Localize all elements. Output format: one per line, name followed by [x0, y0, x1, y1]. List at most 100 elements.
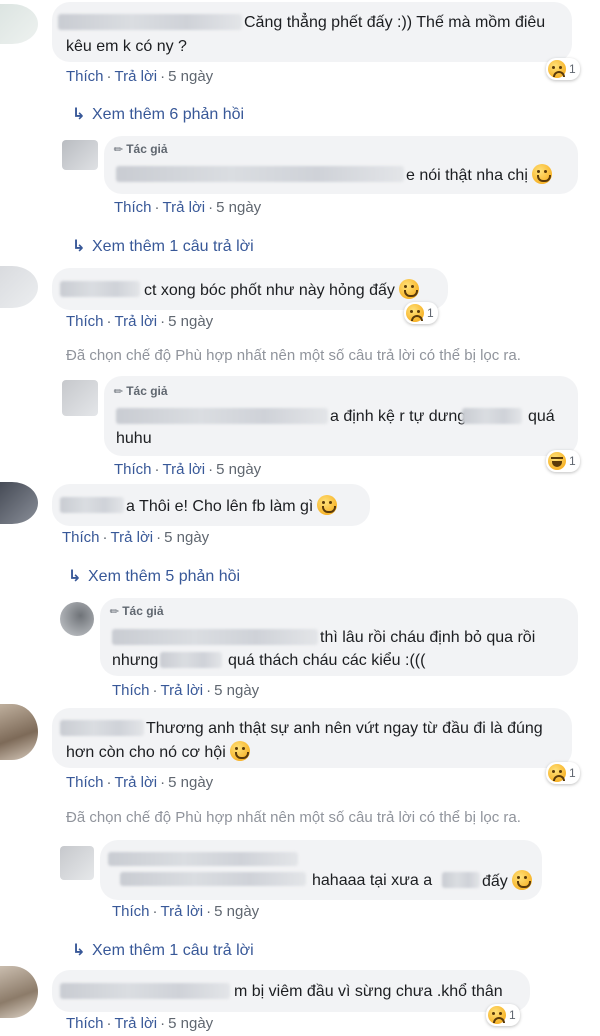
comment-text: hahaaa tại xưa a: [312, 872, 433, 889]
comment-text: m bị viêm đầu vì sừng chưa .khổ thân: [234, 983, 503, 1000]
thinking-emoji-icon: [317, 495, 338, 515]
view-more-replies[interactable]: ↳ Xem thêm 1 câu trả lời: [72, 236, 254, 256]
reply-link[interactable]: Trả lời: [115, 313, 158, 330]
comment-text: Thương anh thật sự anh nên vứt ngay từ đ…: [146, 720, 543, 737]
comment-text-line2: huhu: [116, 430, 152, 447]
author-badge: ✎Tác giả: [111, 142, 168, 158]
comment-text: e nói thật nha chị: [406, 164, 552, 187]
comment-text: ct xong bóc phốt như này hỏng đấy: [144, 279, 419, 302]
reaction-badge[interactable]: 1: [546, 58, 580, 80]
reply-link[interactable]: Trả lời: [163, 199, 206, 216]
commenter-name[interactable]: [116, 408, 328, 424]
comment-text: đấy: [482, 870, 532, 893]
blurred-name: [462, 408, 522, 424]
comment-text: Căng thẳng phết đấy :)) Thế mà mồm điêu: [244, 14, 546, 31]
avatar[interactable]: [0, 4, 38, 44]
reply-link[interactable]: Trả lời: [111, 529, 154, 546]
reaction-badge[interactable]: 1: [546, 762, 580, 784]
haha-reaction-icon: [548, 452, 566, 470]
reaction-badge[interactable]: 1: [486, 1004, 520, 1026]
comment-actions: Thích · Trả lời · 5 ngày: [66, 774, 214, 791]
reply-arrow-icon: ↳: [68, 568, 82, 585]
pencil-icon: ✎: [111, 142, 127, 158]
avatar[interactable]: [60, 846, 94, 880]
commenter-name[interactable]: [112, 629, 318, 645]
like-link[interactable]: Thích: [62, 529, 100, 546]
commenter-name[interactable]: [60, 720, 144, 736]
like-link[interactable]: Thích: [112, 903, 150, 920]
commenter-name[interactable]: [60, 497, 124, 513]
comment-text: quá: [528, 408, 555, 425]
comment-text: a Thôi e! Cho lên fb làm gì: [126, 495, 338, 518]
pencil-icon: ✎: [107, 604, 123, 620]
comment-text: thì lâu rồi cháu định bỏ qua rồi: [320, 629, 536, 646]
sad-reaction-icon: [548, 764, 566, 782]
comment-actions: Thích · Trả lời · 5 ngày: [114, 199, 262, 216]
comment-text: a định kệ r tự dưng: [330, 408, 467, 425]
avatar[interactable]: [0, 966, 38, 1018]
comment-actions: Thích · Trả lời · 5 ngày: [66, 313, 214, 330]
reply-arrow-icon: ↳: [72, 942, 86, 959]
like-link[interactable]: Thích: [114, 199, 152, 216]
like-link[interactable]: Thích: [66, 68, 104, 85]
timestamp[interactable]: 5 ngày: [216, 199, 261, 216]
comment-actions: Thích · Trả lời · 5 ngày: [66, 68, 214, 85]
comment-text-line2a: nhưng: [112, 652, 159, 669]
timestamp[interactable]: 5 ngày: [214, 903, 259, 920]
timestamp[interactable]: 5 ngày: [214, 682, 259, 699]
timestamp[interactable]: 5 ngày: [168, 1015, 213, 1032]
like-link[interactable]: Thích: [112, 682, 150, 699]
comment-actions: Thích · Trả lời · 5 ngày: [66, 1015, 214, 1032]
comment-actions: Thích · Trả lời · 5 ngày: [112, 903, 260, 920]
avatar[interactable]: [60, 602, 94, 636]
sad-reaction-icon: [406, 304, 424, 322]
avatar[interactable]: [0, 266, 38, 308]
avatar[interactable]: [62, 140, 98, 170]
commenter-name[interactable]: [60, 281, 140, 297]
blurred-name: [160, 652, 222, 668]
timestamp[interactable]: 5 ngày: [168, 68, 213, 85]
reply-link[interactable]: Trả lời: [161, 903, 204, 920]
blurred-name: [442, 872, 480, 888]
smile-emoji-icon: [531, 164, 552, 184]
timestamp[interactable]: 5 ngày: [164, 529, 209, 546]
timestamp[interactable]: 5 ngày: [216, 461, 261, 478]
avatar[interactable]: [0, 482, 38, 524]
sad-reaction-icon: [488, 1006, 506, 1024]
pencil-icon: ✎: [111, 384, 127, 400]
smile-emoji-icon: [511, 870, 532, 890]
like-link[interactable]: Thích: [66, 774, 104, 791]
comment-actions: Thích · Trả lời · 5 ngày: [114, 461, 262, 478]
view-more-replies[interactable]: ↳ Xem thêm 5 phản hồi: [68, 566, 240, 586]
reaction-badge[interactable]: 1: [404, 302, 438, 324]
like-link[interactable]: Thích: [66, 1015, 104, 1032]
timestamp[interactable]: 5 ngày: [168, 313, 213, 330]
commenter-name[interactable]: [116, 166, 404, 182]
avatar[interactable]: [62, 380, 98, 416]
like-link[interactable]: Thích: [114, 461, 152, 478]
avatar[interactable]: [0, 704, 38, 760]
reply-link[interactable]: Trả lời: [115, 68, 158, 85]
view-more-replies[interactable]: ↳ Xem thêm 1 câu trả lời: [72, 940, 254, 960]
filter-notice: Đã chọn chế độ Phù hợp nhất nên một số c…: [66, 347, 521, 364]
reply-link[interactable]: Trả lời: [115, 774, 158, 791]
view-more-replies[interactable]: ↳ Xem thêm 6 phản hồi: [72, 104, 244, 124]
author-badge: ✎Tác giả: [107, 604, 164, 620]
comment-actions: Thích · Trả lời · 5 ngày: [112, 682, 260, 699]
commenter-name[interactable]: [120, 872, 306, 886]
commenter-name[interactable]: [60, 983, 230, 999]
smile-emoji-icon: [398, 279, 419, 299]
commenter-name[interactable]: [108, 852, 298, 866]
reply-arrow-icon: ↳: [72, 106, 86, 123]
reply-link[interactable]: Trả lời: [163, 461, 206, 478]
like-link[interactable]: Thích: [66, 313, 104, 330]
reaction-badge[interactable]: 1: [546, 450, 580, 472]
author-badge: ✎Tác giả: [111, 384, 168, 400]
reply-link[interactable]: Trả lời: [161, 682, 204, 699]
reply-arrow-icon: ↳: [72, 238, 86, 255]
commenter-name[interactable]: [58, 14, 242, 30]
sad-reaction-icon: [548, 60, 566, 78]
comment-text-line2b: quá thách cháu các kiểu :(((: [228, 652, 426, 669]
reply-link[interactable]: Trả lời: [115, 1015, 158, 1032]
timestamp[interactable]: 5 ngày: [168, 774, 213, 791]
